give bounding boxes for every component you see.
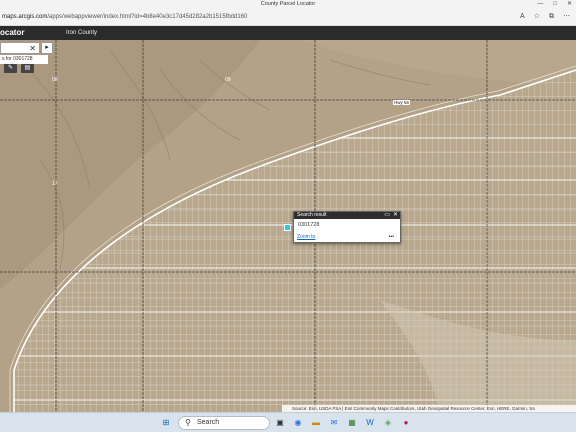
url-path: /apps/webappviewer/index.html?id=4b8e40e… (47, 14, 248, 20)
search-input[interactable]: ✕ ▸ (0, 42, 53, 54)
popup-close-icon[interactable]: ✕ (393, 212, 398, 219)
url-field[interactable]: maps.arcgis.com/apps/webappviewer/index.… (0, 11, 247, 23)
browser-menu-icon[interactable]: ⋯ (563, 11, 570, 23)
close-window-button[interactable]: ✕ (567, 0, 572, 8)
popup-title: Search result (297, 212, 327, 218)
favorite-star-icon[interactable]: ☆ (534, 11, 540, 23)
edit-tool-icon[interactable]: ✎ (4, 64, 17, 73)
search-result-popup: Search result ▭ ✕ 0301728 Zoom to ••• (293, 211, 401, 243)
task-view-icon[interactable]: ▣ (274, 417, 286, 429)
taskbar-search-label: Search (197, 419, 220, 426)
maximize-button[interactable]: □ (553, 0, 557, 8)
map-tool-buttons: ✎ ▤ (4, 64, 34, 73)
edge-browser-icon[interactable]: ◉ (292, 417, 304, 429)
file-explorer-icon[interactable]: ▬ (310, 417, 322, 429)
app-header: ocator Iron County (0, 26, 576, 40)
address-bar: maps.arcgis.com/apps/webappviewer/index.… (0, 8, 576, 26)
section-label: 09 (225, 77, 231, 83)
map-attribution: Source: Esri, USDA FSA | Esri Community … (282, 405, 576, 412)
popup-header: Search result ▭ ✕ (294, 212, 400, 219)
selected-parcel-marker[interactable] (284, 224, 291, 231)
taskbar-search[interactable]: ⚲ Search (178, 416, 270, 430)
zoom-to-link[interactable]: Zoom to (297, 234, 315, 240)
spreadsheet-icon[interactable]: ▦ (346, 417, 358, 429)
read-aloud-icon[interactable]: A (520, 11, 525, 23)
clear-search-icon[interactable]: ✕ (29, 43, 36, 54)
store-icon[interactable]: ◈ (382, 417, 394, 429)
popup-footer: Zoom to ••• (297, 234, 394, 240)
search-icon: ⚲ (185, 418, 191, 427)
windows-start-icon[interactable]: ⊞ (160, 417, 172, 429)
app-title: ocator (0, 28, 25, 37)
app-subtitle: Iron County (66, 30, 98, 36)
teams-icon[interactable]: ● (400, 417, 412, 429)
url-host: maps.arcgis.com (2, 14, 48, 20)
search-go-button[interactable]: ▸ (41, 42, 53, 54)
popup-result: 0301728 (298, 222, 320, 228)
road-label: Hwy 56 (393, 100, 411, 105)
browser-title-bar: County Parcel Locator — □ ✕ (0, 0, 576, 8)
section-label: 17 (52, 181, 58, 187)
section-label: 08 (52, 77, 58, 83)
word-icon[interactable]: W (364, 417, 376, 429)
popup-more-button[interactable]: ••• (389, 234, 394, 240)
window-controls: — □ ✕ (537, 0, 572, 8)
collections-icon[interactable]: ⧉ (549, 11, 554, 23)
search-suggestion[interactable]: s for 0301728 (0, 55, 48, 64)
taskbar: ⊞ ⚲ Search ▣ ◉ ▬ ✉ ▦ W ◈ ● (0, 412, 576, 432)
popup-maximize-icon[interactable]: ▭ (384, 212, 390, 219)
mail-icon[interactable]: ✉ (328, 417, 340, 429)
window-title: County Parcel Locator (260, 1, 316, 7)
browser-tools: A ☆ ⧉ ⋯ (520, 11, 570, 23)
layers-tool-icon[interactable]: ▤ (21, 64, 34, 73)
minimize-button[interactable]: — (537, 0, 543, 8)
